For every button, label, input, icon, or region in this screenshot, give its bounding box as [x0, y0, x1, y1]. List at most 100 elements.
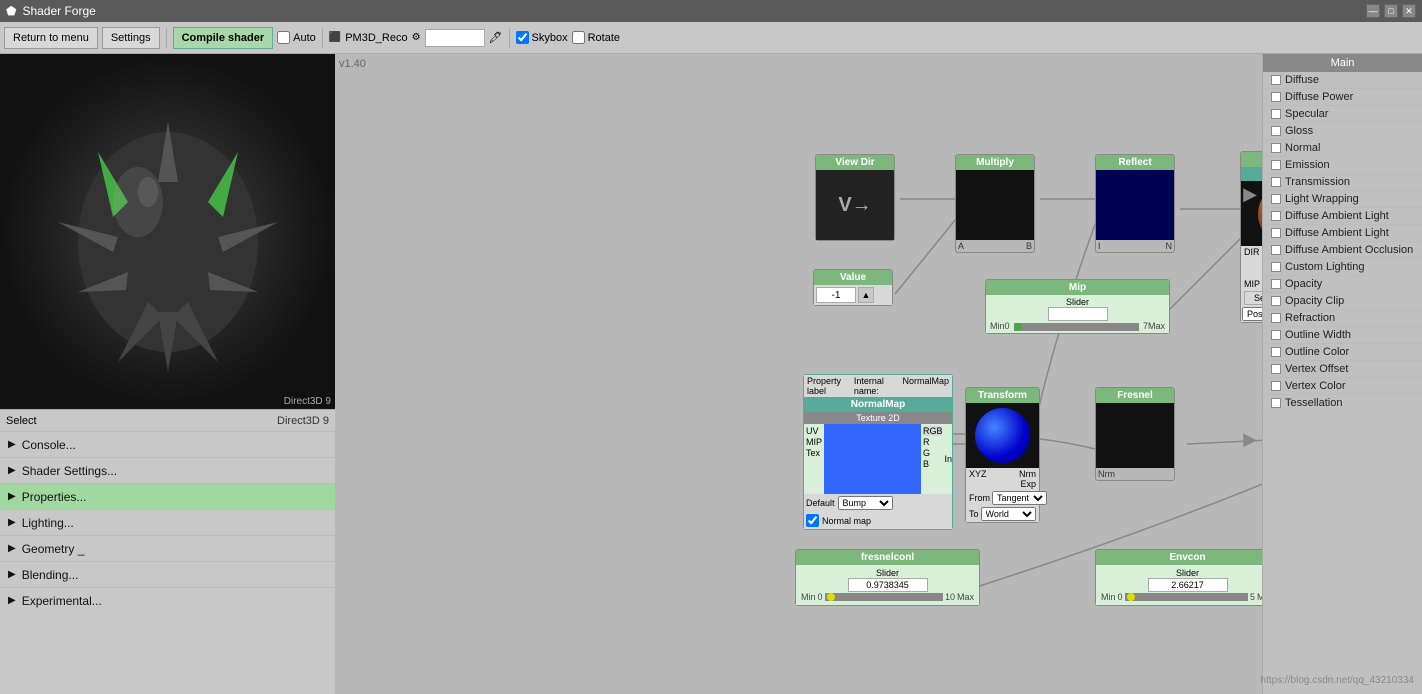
right-item-outline-color[interactable]: Outline Color [1263, 344, 1422, 361]
emission-checkbox[interactable] [1271, 160, 1281, 170]
eyedropper-icon[interactable]: 🖊 [489, 31, 503, 44]
transform-node[interactable]: Transform XYZ Nrm Exp From Tangent To Wo… [965, 387, 1040, 523]
sidebar-item-geometry[interactable]: ▶ Geometry _ [0, 535, 335, 561]
vertex-offset-checkbox[interactable] [1271, 364, 1281, 374]
light-wrapping-checkbox[interactable] [1271, 194, 1281, 204]
right-item-opacity-clip[interactable]: Opacity Clip [1263, 293, 1422, 310]
window-controls: — □ ✕ [1366, 4, 1416, 18]
material-settings-icon: ⚙ [412, 32, 421, 43]
normalmap-checkbox[interactable] [806, 514, 819, 527]
normalmap-header: NormalMap [804, 397, 952, 412]
value-node[interactable]: Value ▲ [813, 269, 893, 306]
multiply1-node[interactable]: Multiply A B [955, 154, 1035, 253]
reflect-node[interactable]: Reflect I N [1095, 154, 1175, 253]
fresnelconl-node[interactable]: fresnelconl Slider Min 0 10 Max [795, 549, 980, 606]
envcon-slider-track[interactable] [1125, 593, 1248, 601]
diffuse-power-checkbox[interactable] [1271, 92, 1281, 102]
mip-slider-track[interactable] [1014, 323, 1139, 331]
skybox-label[interactable]: Skybox [516, 31, 568, 44]
settings-button[interactable]: Settings [102, 27, 160, 49]
skybox-checkbox[interactable] [516, 31, 529, 44]
right-item-vertex-color[interactable]: Vertex Color [1263, 378, 1422, 395]
rotate-label[interactable]: Rotate [572, 31, 620, 44]
geometry-label: Geometry _ [22, 542, 85, 556]
envcon-max-val: 5 [1250, 592, 1255, 602]
envcon-node[interactable]: Envcon Slider Min 0 5 Max [1095, 549, 1262, 606]
value-input[interactable] [816, 287, 856, 303]
diffuse-ambient-light2-checkbox[interactable] [1271, 228, 1281, 238]
sidebar-item-experimental[interactable]: ▶ Experimental... [0, 587, 335, 613]
right-item-opacity[interactable]: Opacity [1263, 276, 1422, 293]
normalmap-left-ports: UV MIP Tex [804, 424, 824, 494]
gloss-checkbox[interactable] [1271, 126, 1281, 136]
left-panel: Direct3D 9 Select Direct3D 9 ▶ Console..… [0, 54, 335, 694]
transmission-checkbox[interactable] [1271, 177, 1281, 187]
fresnelconl-slider-track[interactable] [825, 593, 943, 601]
cubemap-node[interactable]: Cubemap Cubemap DIR R G B RGB A MIP Sele… [1240, 151, 1262, 323]
right-item-refraction[interactable]: Refraction [1263, 310, 1422, 327]
right-item-gloss[interactable]: Gloss [1263, 123, 1422, 140]
viewdir-node[interactable]: View Dir V→ [815, 154, 895, 241]
opacity-checkbox[interactable] [1271, 279, 1281, 289]
sidebar-item-console[interactable]: ▶ Console... [0, 431, 335, 457]
auto-checkbox-label[interactable]: Auto [277, 31, 316, 44]
right-item-specular[interactable]: Specular [1263, 106, 1422, 123]
right-item-diffuse-ambient-light[interactable]: Diffuse Ambient Light [1263, 208, 1422, 225]
auto-checkbox[interactable] [277, 31, 290, 44]
value-stepper[interactable]: ▲ [858, 287, 874, 303]
opacity-clip-checkbox[interactable] [1271, 296, 1281, 306]
close-button[interactable]: ✕ [1402, 4, 1416, 18]
right-item-diffuse-power[interactable]: Diffuse Power [1263, 89, 1422, 106]
maximize-button[interactable]: □ [1384, 4, 1398, 18]
right-item-custom-lighting[interactable]: Custom Lighting [1263, 259, 1422, 276]
minimize-button[interactable]: — [1366, 4, 1380, 18]
right-item-transmission[interactable]: Transmission [1263, 174, 1422, 191]
fresnelconl-value-input[interactable] [848, 578, 928, 592]
refraction-checkbox[interactable] [1271, 313, 1281, 323]
normalmap-node[interactable]: Property label Internal name: NormalMap … [803, 374, 953, 530]
shader-settings-label: Shader Settings... [22, 464, 117, 478]
mip-value-input[interactable]: 0 [1048, 307, 1108, 321]
rotate-checkbox[interactable] [572, 31, 585, 44]
right-item-light-wrapping[interactable]: Light Wrapping [1263, 191, 1422, 208]
right-item-emission[interactable]: Emission [1263, 157, 1422, 174]
transform-from-select[interactable]: Tangent [992, 491, 1047, 505]
diffuse-ambient-occlusion-checkbox[interactable] [1271, 245, 1281, 255]
sidebar-item-properties[interactable]: ▶ Properties... [0, 483, 335, 509]
material-name: PM3D_Reco [345, 32, 407, 44]
shader-settings-arrow: ▶ [8, 465, 16, 476]
sidebar-item-shader-settings[interactable]: ▶ Shader Settings... [0, 457, 335, 483]
outline-width-checkbox[interactable] [1271, 330, 1281, 340]
return-menu-button[interactable]: Return to menu [4, 27, 98, 49]
tessellation-checkbox[interactable] [1271, 398, 1281, 408]
envcon-value-input[interactable] [1148, 578, 1228, 592]
right-item-diffuse[interactable]: Diffuse [1263, 72, 1422, 89]
sidebar-item-blending[interactable]: ▶ Blending... [0, 561, 335, 587]
sidebar-item-lighting[interactable]: ▶ Lighting... [0, 509, 335, 535]
material-input[interactable] [425, 29, 485, 47]
specular-checkbox[interactable] [1271, 109, 1281, 119]
right-item-vertex-offset[interactable]: Vertex Offset [1263, 361, 1422, 378]
right-item-tessellation[interactable]: Tessellation [1263, 395, 1422, 412]
diffuse-checkbox[interactable] [1271, 75, 1281, 85]
right-item-normal[interactable]: Normal [1263, 140, 1422, 157]
output-arrow-top: ▶ [1243, 184, 1257, 205]
right-item-diffuse-ambient-light2[interactable]: Diffuse Ambient Light [1263, 225, 1422, 242]
transform-to-select[interactable]: World [981, 507, 1036, 521]
outline-color-checkbox[interactable] [1271, 347, 1281, 357]
custom-lighting-checkbox[interactable] [1271, 262, 1281, 272]
select-label[interactable]: Select [6, 415, 37, 427]
cubemap-select-btn[interactable]: Select [1244, 291, 1262, 305]
geometry-arrow: ▶ [8, 543, 16, 554]
normal-checkbox[interactable] [1271, 143, 1281, 153]
right-item-outline-width[interactable]: Outline Width [1263, 327, 1422, 344]
cubemap-direction-select[interactable]: Positive X [1242, 307, 1262, 321]
renderer-label: Direct3D 9 [284, 396, 331, 407]
fresnel-node[interactable]: Fresnel Nrm [1095, 387, 1175, 481]
right-item-diffuse-ambient-occlusion[interactable]: Diffuse Ambient Occlusion [1263, 242, 1422, 259]
mip-node[interactable]: Mip Slider 0 Min 0 7 Max [985, 279, 1170, 334]
diffuse-ambient-light-checkbox[interactable] [1271, 211, 1281, 221]
normalmap-default-select[interactable]: Bump [838, 496, 893, 510]
compile-shader-button[interactable]: Compile shader [173, 27, 274, 49]
vertex-color-checkbox[interactable] [1271, 381, 1281, 391]
